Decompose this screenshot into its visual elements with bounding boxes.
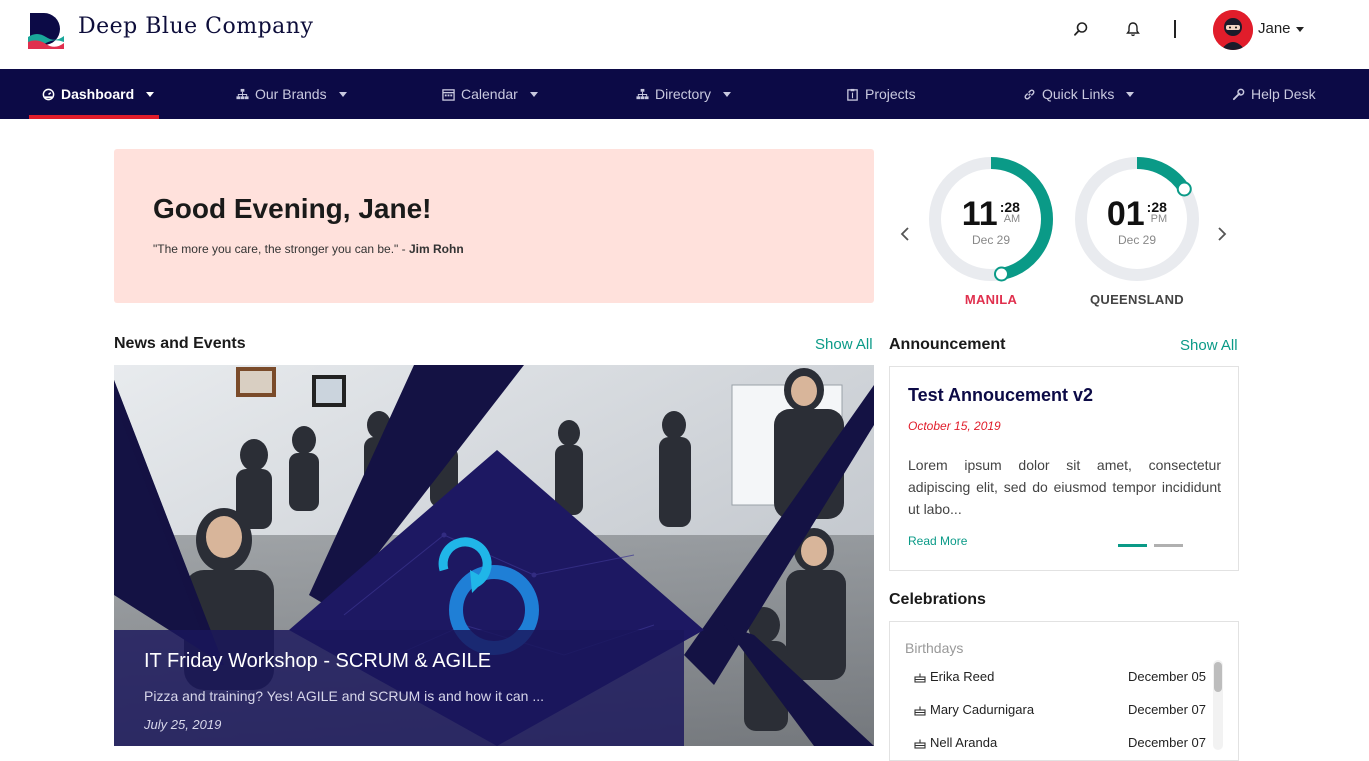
celebrations-heading: Celebrations — [889, 591, 986, 608]
link-icon — [1024, 89, 1035, 99]
quote-author: Jim Rohn — [409, 242, 464, 256]
clock-city-manila: MANILA — [964, 292, 1018, 307]
clock-hour: 01 — [1106, 195, 1145, 233]
clock-minute: :28 — [999, 199, 1020, 215]
clock-ampm: PM — [1150, 213, 1168, 225]
birthday-name: Nell Aranda — [930, 735, 998, 750]
nav-active-indicator — [29, 115, 159, 119]
nav-quick-links-label: Quick Links — [1042, 86, 1115, 102]
header-divider — [1174, 20, 1176, 38]
clock-date: Dec 29 — [1117, 233, 1157, 247]
clock-city-queensland: QUEENSLAND — [1089, 292, 1184, 307]
nav-calendar-label: Calendar — [461, 86, 518, 102]
news-date: July 25, 2019 — [144, 717, 222, 732]
list-item: Nell Aranda December 07 — [914, 735, 1206, 755]
chevron-down-icon — [146, 91, 155, 97]
news-heading: News and Events — [114, 335, 246, 352]
nav-our-brands[interactable]: Our Brands — [236, 69, 347, 119]
announcement-heading: Announcement — [889, 336, 1006, 353]
announcement-date: October 15, 2019 — [908, 419, 1001, 433]
carousel-dot[interactable] — [1154, 544, 1183, 547]
clipboard-icon — [847, 88, 858, 101]
news-card[interactable]: IT Friday Workshop - SCRUM & AGILE Pizza… — [114, 365, 874, 746]
announcement-show-all-link[interactable]: Show All — [1180, 337, 1238, 354]
scrollbar-thumb[interactable] — [1214, 662, 1222, 692]
top-header: Deep Blue Company Jane — [0, 0, 1369, 69]
clock-time: 01:28 PM — [1073, 195, 1201, 234]
greeting-banner: Good Evening, Jane! "The more you care, … — [114, 149, 874, 303]
nav-directory[interactable]: Directory — [636, 69, 732, 119]
dashboard-icon — [42, 88, 55, 100]
list-item: Erika Reed December 05 — [914, 669, 1206, 689]
avatar[interactable] — [1213, 10, 1253, 50]
bell-icon[interactable] — [1124, 19, 1142, 39]
clock-minute: :28 — [1146, 199, 1167, 215]
calendar-icon — [442, 88, 455, 101]
user-menu-caret-icon[interactable] — [1296, 27, 1304, 32]
company-logo[interactable] — [28, 11, 64, 49]
carousel-dot-active[interactable] — [1118, 544, 1147, 547]
quote-text: "The more you care, the stronger you can… — [153, 242, 406, 256]
wrench-icon — [1232, 88, 1245, 100]
nav-calendar[interactable]: Calendar — [442, 69, 538, 119]
news-title[interactable]: IT Friday Workshop - SCRUM & AGILE — [144, 650, 491, 673]
clock-queensland: 01:28 PM Dec 29 — [1073, 155, 1201, 283]
announcement-card: Test Annoucement v2 October 15, 2019 Lor… — [889, 366, 1239, 571]
nav-dashboard[interactable]: Dashboard — [42, 69, 155, 119]
clock-manila: 11:28 AM Dec 29 — [927, 155, 1055, 283]
chevron-left-icon — [900, 227, 909, 241]
nav-dashboard-label: Dashboard — [61, 86, 135, 102]
clock-next-button[interactable] — [1215, 224, 1229, 244]
birthday-name: Mary Cadurnigara — [930, 702, 1035, 717]
chevron-down-icon — [723, 91, 732, 97]
greeting-title: Good Evening, Jane! — [153, 193, 432, 224]
search-icon[interactable] — [1072, 19, 1090, 39]
nav-quick-links[interactable]: Quick Links — [1023, 69, 1135, 119]
cake-icon — [914, 673, 926, 683]
birthday-name: Erika Reed — [930, 669, 995, 684]
celebrations-card: Birthdays Erika Reed December 05 Mary Ca… — [889, 621, 1239, 761]
birthday-date: December 07 — [1127, 702, 1206, 717]
chevron-right-icon — [1218, 227, 1227, 241]
cake-icon — [914, 739, 926, 749]
sitemap-icon — [636, 88, 649, 99]
brand-name: Deep Blue Company — [78, 14, 314, 39]
greeting-quote: "The more you care, the stronger you can… — [153, 242, 464, 256]
cake-icon — [914, 706, 926, 716]
list-item: Mary Cadurnigara December 07 — [914, 702, 1206, 722]
nav-help-desk-label: Help Desk — [1251, 86, 1316, 102]
news-description: Pizza and training? Yes! AGILE and SCRUM… — [144, 688, 544, 704]
news-caption: IT Friday Workshop - SCRUM & AGILE Pizza… — [114, 630, 684, 746]
clock-date: Dec 29 — [971, 233, 1011, 247]
nav-directory-label: Directory — [655, 86, 712, 102]
main-nav: Dashboard Our Brands Calendar Directory … — [0, 69, 1369, 119]
news-show-all-link[interactable]: Show All — [815, 336, 873, 353]
clock-ampm: AM — [1003, 213, 1021, 225]
clock-prev-button[interactable] — [898, 224, 912, 244]
chevron-down-icon — [338, 91, 347, 97]
chevron-down-icon — [1126, 91, 1135, 97]
sitemap-icon — [236, 88, 249, 99]
announcement-title[interactable]: Test Annoucement v2 — [908, 385, 1093, 406]
clock-time: 11:28 AM — [927, 195, 1055, 234]
birthday-date: December 05 — [1127, 669, 1206, 684]
birthdays-subheading: Birthdays — [905, 640, 964, 656]
nav-help-desk[interactable]: Help Desk — [1232, 69, 1316, 119]
birthday-date: December 07 — [1127, 735, 1206, 750]
clock-hour: 11 — [961, 195, 998, 233]
nav-projects[interactable]: Projects — [846, 69, 916, 119]
user-name[interactable]: Jane — [1258, 20, 1291, 37]
announcement-body: Lorem ipsum dolor sit amet, consectetur … — [908, 457, 1221, 517]
chevron-down-icon — [529, 91, 538, 97]
nav-our-brands-label: Our Brands — [255, 86, 327, 102]
read-more-link[interactable]: Read More — [908, 534, 967, 548]
nav-projects-label: Projects — [865, 86, 916, 102]
